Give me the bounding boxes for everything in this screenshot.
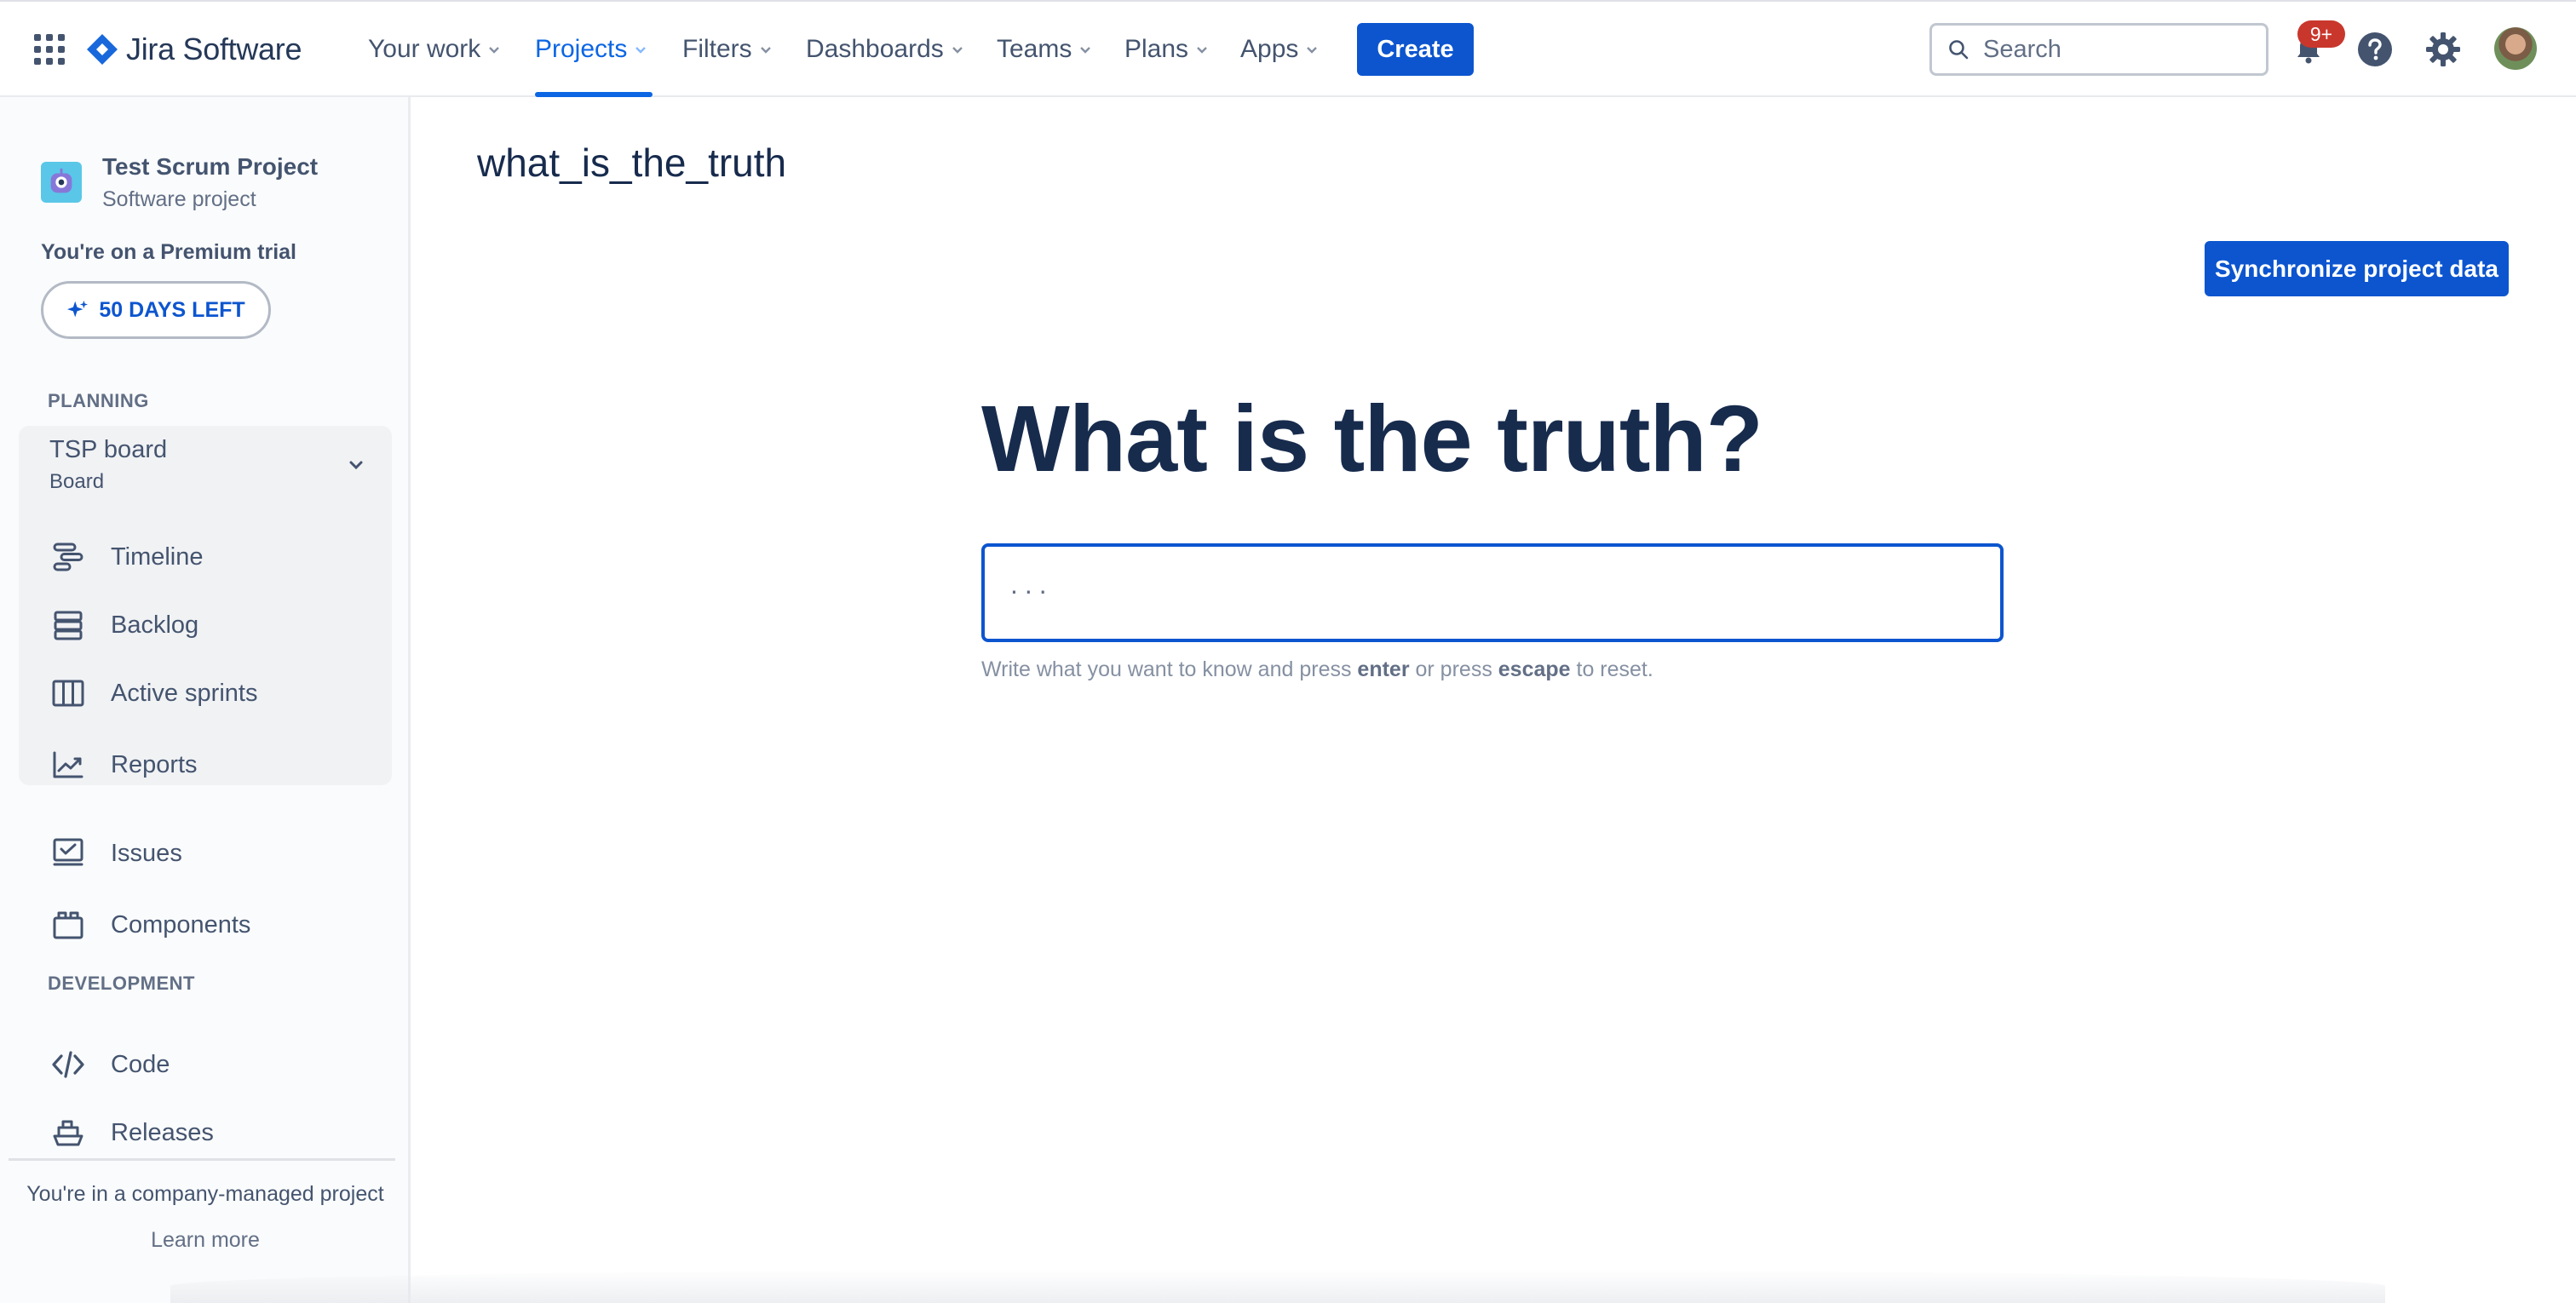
page-title: what_is_the_truth	[477, 141, 787, 185]
sidebar-item-label: Components	[111, 910, 251, 939]
nav-dashboards[interactable]: Dashboards	[806, 27, 964, 72]
help-icon	[2358, 32, 2392, 66]
nav-label: Plans	[1124, 35, 1189, 63]
synchronize-project-data-button[interactable]: Synchronize project data	[2205, 241, 2509, 296]
user-avatar[interactable]	[2494, 27, 2537, 70]
nav-apps[interactable]: Apps	[1240, 27, 1319, 72]
development-section-label: DEVELOPMENT	[48, 973, 195, 994]
chevron-down-icon	[760, 47, 771, 54]
search-input[interactable]	[1983, 35, 2256, 64]
help-button[interactable]	[2353, 27, 2397, 72]
chevron-down-icon[interactable]	[346, 455, 366, 475]
chevron-down-icon	[489, 47, 500, 54]
nav-teams[interactable]: Teams	[997, 27, 1092, 72]
input-hint: Write what you want to know and press en…	[981, 657, 1653, 682]
board-name[interactable]: TSP board	[49, 436, 167, 464]
search-icon	[1949, 40, 1969, 60]
sidebar-item-label: Reports	[111, 750, 198, 778]
project-type: Software project	[102, 187, 256, 211]
nav-plans[interactable]: Plans	[1124, 27, 1209, 72]
active-nav-indicator	[535, 92, 653, 97]
question-heading: What is the truth?	[981, 387, 1763, 491]
trial-days-label: 50 DAYS LEFT	[99, 297, 245, 322]
search-box[interactable]	[1929, 23, 2268, 76]
jira-logo[interactable]: Jira Software	[85, 29, 302, 70]
project-robot-icon	[50, 168, 72, 193]
trial-days-button[interactable]: 50 DAYS LEFT	[41, 281, 271, 339]
nav-filters[interactable]: Filters	[682, 27, 773, 72]
sidebar-item-code[interactable]: Code	[49, 1041, 170, 1088]
nav-label: Projects	[535, 35, 628, 63]
sidebar-item-label: Code	[111, 1050, 170, 1078]
gear-icon	[2426, 32, 2460, 66]
active-sprints-icon	[49, 674, 87, 712]
top-navigation: Jira Software Your work Projects Filters…	[0, 0, 2576, 97]
chevron-down-icon	[952, 47, 963, 54]
hint-text: to reset.	[1570, 657, 1653, 681]
project-sidebar: Test Scrum Project Software project You'…	[0, 97, 411, 1303]
jira-diamond-icon	[87, 34, 118, 65]
sidebar-item-reports[interactable]: Reports	[49, 741, 198, 789]
app-switcher-icon[interactable]	[34, 34, 65, 65]
question-input[interactable]	[981, 543, 2004, 642]
hint-text: or press	[1409, 657, 1498, 681]
nav-label: Filters	[682, 35, 752, 63]
components-icon	[49, 906, 87, 944]
sidebar-item-issues[interactable]: Issues	[49, 829, 182, 877]
project-avatar[interactable]	[41, 162, 82, 203]
sidebar-item-label: Active sprints	[111, 679, 258, 707]
nav-label: Apps	[1240, 35, 1299, 63]
sidebar-item-components[interactable]: Components	[49, 901, 250, 949]
sidebar-item-label: Timeline	[111, 542, 204, 571]
app-root: Jira Software Your work Projects Filters…	[0, 0, 2576, 1303]
bottom-shadow	[170, 1269, 2385, 1303]
chevron-down-icon	[635, 47, 647, 54]
planning-section-label: PLANNING	[48, 390, 149, 411]
sidebar-item-timeline[interactable]: Timeline	[49, 533, 204, 581]
hint-key-enter: enter	[1357, 657, 1410, 681]
nav-label: Dashboards	[806, 35, 944, 63]
sidebar-item-label: Issues	[111, 839, 182, 867]
sidebar-item-label: Backlog	[111, 611, 199, 639]
learn-more-link[interactable]: Learn more	[0, 1228, 411, 1253]
nav-your-work[interactable]: Your work	[368, 27, 501, 72]
sidebar-divider	[9, 1158, 395, 1161]
chevron-down-icon	[1080, 47, 1091, 54]
create-button[interactable]: Create	[1357, 23, 1474, 76]
nav-label: Teams	[997, 35, 1072, 63]
notifications-badge: 9+	[2297, 20, 2345, 48]
sidebar-item-releases[interactable]: Releases	[49, 1109, 214, 1157]
company-managed-text: You're in a company-managed project	[26, 1182, 384, 1206]
nav-projects[interactable]: Projects	[535, 27, 647, 72]
reports-icon	[49, 746, 87, 784]
nav-label: Your work	[368, 35, 481, 63]
board-type: Board	[49, 470, 105, 493]
backlog-icon	[49, 606, 87, 644]
code-icon	[49, 1046, 87, 1083]
issues-icon	[49, 835, 87, 872]
chevron-down-icon	[1307, 47, 1318, 54]
chevron-down-icon	[1197, 47, 1207, 54]
trial-text: You're on a Premium trial	[41, 240, 296, 264]
sidebar-item-backlog[interactable]: Backlog	[49, 601, 198, 649]
hint-key-escape: escape	[1498, 657, 1571, 681]
timeline-icon	[49, 538, 87, 576]
sidebar-item-label: Releases	[111, 1118, 214, 1146]
sparkle-icon	[67, 300, 89, 318]
project-name[interactable]: Test Scrum Project	[102, 153, 318, 181]
hint-text: Write what you want to know and press	[981, 657, 1358, 681]
releases-icon	[49, 1114, 87, 1151]
sidebar-item-active-sprints[interactable]: Active sprints	[49, 669, 257, 717]
app-name: Jira Software	[126, 32, 302, 66]
settings-button[interactable]	[2421, 27, 2465, 72]
